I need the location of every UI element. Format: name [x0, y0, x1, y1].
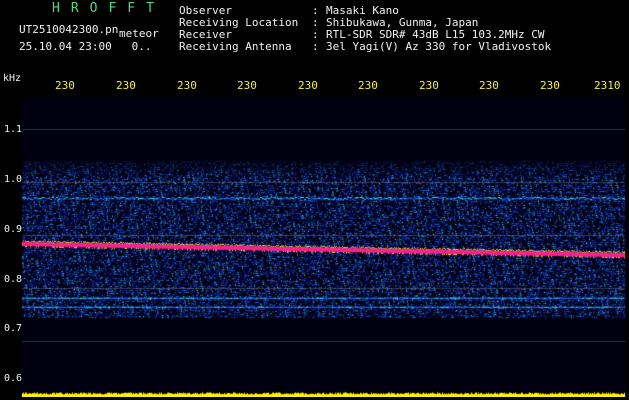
time-tick-label: 230 [358, 79, 378, 92]
frequency-tick-label: 1.0 [4, 174, 23, 185]
time-tick-label: 230 [55, 79, 75, 92]
file-name: UT2510042300.pn [19, 23, 119, 36]
frequency-tick-label: 0.7 [4, 323, 23, 334]
meta-label-antenna: Receiving Antenna [179, 40, 292, 53]
time-tick-label: 2310 [594, 79, 621, 92]
count: 0.. [131, 40, 152, 53]
meta-sep: : [312, 40, 319, 53]
date-time: 25.10.04 23:00 [19, 40, 112, 53]
app-title: HROFFT [52, 1, 165, 16]
time-tick-label: 230 [116, 79, 136, 92]
frequency-tick-label: 0.9 [4, 224, 23, 235]
frequency-tick-label: 0.6 [4, 373, 23, 384]
hrofft-window: { "app": { "title": "HROFFT" }, "file": … [0, 0, 629, 400]
time-tick-label: 230 [177, 79, 197, 92]
time-tick-label: 230 [419, 79, 439, 92]
time-tick-label: 230 [237, 79, 257, 92]
meta-value-antenna: 3el Yagi(V) Az 330 for Vladivostok [326, 40, 552, 53]
frequency-tick-label: 0.8 [4, 274, 23, 285]
file-suffix: meteor [119, 27, 159, 40]
time-tick-label: 230 [540, 79, 560, 92]
time-tick-label: 230 [479, 79, 499, 92]
date-time-line: 25.10.04 23:00 0.. [19, 40, 151, 53]
frequency-tick-label: 1.1 [4, 124, 23, 135]
time-tick-label: 230 [298, 79, 318, 92]
spectrogram-plot [22, 97, 625, 397]
frequency-unit-label: kHz [3, 73, 22, 84]
